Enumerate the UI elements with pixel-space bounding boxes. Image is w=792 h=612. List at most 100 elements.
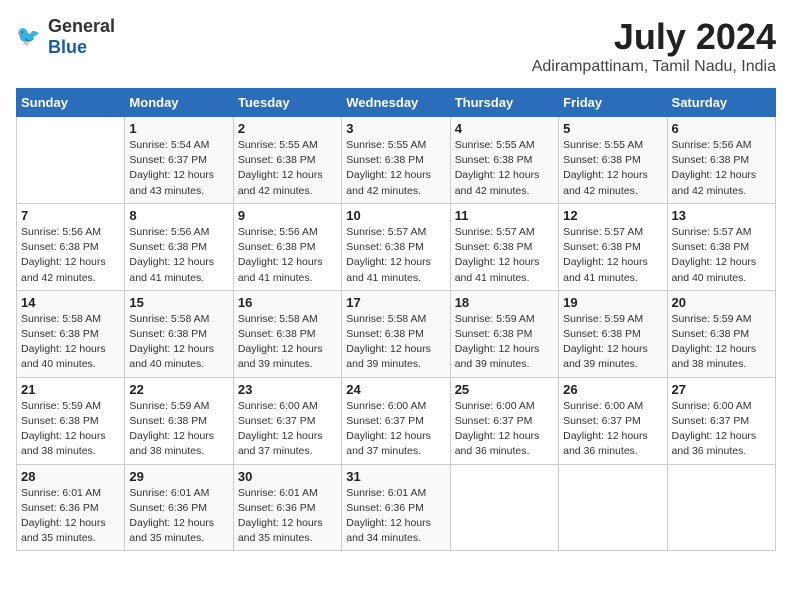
day-detail: Sunrise: 6:01 AM Sunset: 6:36 PM Dayligh… bbox=[346, 486, 445, 547]
day-number: 17 bbox=[346, 295, 445, 310]
day-detail: Sunrise: 5:58 AM Sunset: 6:38 PM Dayligh… bbox=[238, 312, 337, 373]
column-header-thursday: Thursday bbox=[450, 89, 558, 117]
day-number: 28 bbox=[21, 469, 120, 484]
day-number: 31 bbox=[346, 469, 445, 484]
column-header-sunday: Sunday bbox=[17, 89, 125, 117]
calendar-cell: 12Sunrise: 5:57 AM Sunset: 6:38 PM Dayli… bbox=[559, 203, 667, 290]
day-number: 30 bbox=[238, 469, 337, 484]
day-detail: Sunrise: 5:59 AM Sunset: 6:38 PM Dayligh… bbox=[563, 312, 662, 373]
day-detail: Sunrise: 6:01 AM Sunset: 6:36 PM Dayligh… bbox=[238, 486, 337, 547]
logo-blue: Blue bbox=[48, 37, 87, 57]
calendar-cell: 24Sunrise: 6:00 AM Sunset: 6:37 PM Dayli… bbox=[342, 377, 450, 464]
calendar-cell: 19 Sunrise: 5:59 AM Sunset: 6:38 PM Dayli… bbox=[559, 290, 667, 377]
calendar-cell: 18 Sunrise: 5:59 AM Sunset: 6:38 PM Dayli… bbox=[450, 290, 558, 377]
day-number: 25 bbox=[455, 382, 554, 397]
day-number: 12 bbox=[563, 208, 662, 223]
calendar-cell: 13 Sunrise: 5:57 AM Sunset: 6:38 PM Dayli… bbox=[667, 203, 775, 290]
day-number: 15 bbox=[129, 295, 228, 310]
day-detail: Sunrise: 5:55 AM Sunset: 6:38 PM Dayligh… bbox=[346, 138, 445, 199]
day-number: 27 bbox=[672, 382, 771, 397]
day-number: 5 bbox=[563, 121, 662, 136]
calendar-cell: 17 Sunrise: 5:58 AM Sunset: 6:38 PM Dayli… bbox=[342, 290, 450, 377]
column-header-friday: Friday bbox=[559, 89, 667, 117]
day-detail: Sunrise: 5:57 AM Sunset: 6:38 PM Dayligh… bbox=[346, 225, 445, 286]
calendar-cell: 27 Sunrise: 6:00 AM Sunset: 6:37 PM Dayli… bbox=[667, 377, 775, 464]
calendar-cell: 22 Sunrise: 5:59 AM Sunset: 6:38 PM Dayli… bbox=[125, 377, 233, 464]
calendar-cell: 31 Sunrise: 6:01 AM Sunset: 6:36 PM Dayli… bbox=[342, 464, 450, 551]
day-number: 24 bbox=[346, 382, 445, 397]
day-detail: Sunrise: 5:58 AM Sunset: 6:38 PM Dayligh… bbox=[21, 312, 120, 373]
day-detail: Sunrise: 5:56 AM Sunset: 6:38 PM Dayligh… bbox=[238, 225, 337, 286]
calendar-week-row: 1 Sunrise: 5:54 AM Sunset: 6:37 PM Daylig… bbox=[17, 117, 776, 204]
day-detail: Sunrise: 5:54 AM Sunset: 6:37 PM Dayligh… bbox=[129, 138, 228, 199]
calendar-cell: 14Sunrise: 5:58 AM Sunset: 6:38 PM Dayli… bbox=[17, 290, 125, 377]
calendar-cell: 16 Sunrise: 5:58 AM Sunset: 6:38 PM Dayli… bbox=[233, 290, 341, 377]
day-detail: Sunrise: 5:59 AM Sunset: 6:38 PM Dayligh… bbox=[21, 399, 120, 460]
calendar-cell: 5 Sunrise: 5:55 AM Sunset: 6:38 PM Daylig… bbox=[559, 117, 667, 204]
column-header-wednesday: Wednesday bbox=[342, 89, 450, 117]
day-detail: Sunrise: 5:55 AM Sunset: 6:38 PM Dayligh… bbox=[238, 138, 337, 199]
calendar-cell: 20 Sunrise: 5:59 AM Sunset: 6:38 PM Dayli… bbox=[667, 290, 775, 377]
column-header-saturday: Saturday bbox=[667, 89, 775, 117]
day-number: 18 bbox=[455, 295, 554, 310]
day-detail: Sunrise: 6:00 AM Sunset: 6:37 PM Dayligh… bbox=[563, 399, 662, 460]
calendar-week-row: 7 Sunrise: 5:56 AM Sunset: 6:38 PM Daylig… bbox=[17, 203, 776, 290]
calendar-cell: 25 Sunrise: 6:00 AM Sunset: 6:37 PM Dayli… bbox=[450, 377, 558, 464]
day-number: 6 bbox=[672, 121, 771, 136]
logo-bird-icon: 🐦 bbox=[16, 23, 44, 51]
column-header-tuesday: Tuesday bbox=[233, 89, 341, 117]
day-number: 26 bbox=[563, 382, 662, 397]
day-number: 20 bbox=[672, 295, 771, 310]
calendar-cell: 21Sunrise: 5:59 AM Sunset: 6:38 PM Dayli… bbox=[17, 377, 125, 464]
calendar-week-row: 14Sunrise: 5:58 AM Sunset: 6:38 PM Dayli… bbox=[17, 290, 776, 377]
calendar-cell: 11Sunrise: 5:57 AM Sunset: 6:38 PM Dayli… bbox=[450, 203, 558, 290]
day-number: 16 bbox=[238, 295, 337, 310]
day-number: 4 bbox=[455, 121, 554, 136]
calendar-cell bbox=[450, 464, 558, 551]
day-detail: Sunrise: 6:01 AM Sunset: 6:36 PM Dayligh… bbox=[21, 486, 120, 547]
day-detail: Sunrise: 5:57 AM Sunset: 6:38 PM Dayligh… bbox=[672, 225, 771, 286]
day-number: 1 bbox=[129, 121, 228, 136]
day-detail: Sunrise: 5:55 AM Sunset: 6:38 PM Dayligh… bbox=[455, 138, 554, 199]
day-detail: Sunrise: 5:59 AM Sunset: 6:38 PM Dayligh… bbox=[455, 312, 554, 373]
day-number: 9 bbox=[238, 208, 337, 223]
day-number: 13 bbox=[672, 208, 771, 223]
calendar-cell: 2 Sunrise: 5:55 AM Sunset: 6:38 PM Daylig… bbox=[233, 117, 341, 204]
day-number: 2 bbox=[238, 121, 337, 136]
title-block: July 2024 Adirampattinam, Tamil Nadu, In… bbox=[532, 16, 776, 76]
calendar-cell bbox=[559, 464, 667, 551]
logo: 🐦 General Blue bbox=[16, 16, 115, 58]
day-number: 19 bbox=[563, 295, 662, 310]
logo-general: General bbox=[48, 16, 115, 36]
calendar-cell: 26 Sunrise: 6:00 AM Sunset: 6:37 PM Dayli… bbox=[559, 377, 667, 464]
calendar-week-row: 28 Sunrise: 6:01 AM Sunset: 6:36 PM Dayli… bbox=[17, 464, 776, 551]
calendar-cell bbox=[667, 464, 775, 551]
svg-text:🐦: 🐦 bbox=[16, 26, 40, 48]
calendar-cell: 29 Sunrise: 6:01 AM Sunset: 6:36 PM Dayli… bbox=[125, 464, 233, 551]
day-number: 23 bbox=[238, 382, 337, 397]
calendar-cell: 3Sunrise: 5:55 AM Sunset: 6:38 PM Daylig… bbox=[342, 117, 450, 204]
calendar-cell: 30 Sunrise: 6:01 AM Sunset: 6:36 PM Dayli… bbox=[233, 464, 341, 551]
day-number: 11 bbox=[455, 208, 554, 223]
calendar-cell: 15Sunrise: 5:58 AM Sunset: 6:38 PM Dayli… bbox=[125, 290, 233, 377]
day-detail: Sunrise: 5:58 AM Sunset: 6:38 PM Dayligh… bbox=[346, 312, 445, 373]
day-number: 7 bbox=[21, 208, 120, 223]
day-detail: Sunrise: 6:00 AM Sunset: 6:37 PM Dayligh… bbox=[672, 399, 771, 460]
calendar-cell: 10 Sunrise: 5:57 AM Sunset: 6:38 PM Dayli… bbox=[342, 203, 450, 290]
day-detail: Sunrise: 5:56 AM Sunset: 6:38 PM Dayligh… bbox=[672, 138, 771, 199]
day-number: 29 bbox=[129, 469, 228, 484]
day-detail: Sunrise: 5:59 AM Sunset: 6:38 PM Dayligh… bbox=[129, 399, 228, 460]
day-number: 10 bbox=[346, 208, 445, 223]
day-detail: Sunrise: 6:01 AM Sunset: 6:36 PM Dayligh… bbox=[129, 486, 228, 547]
calendar-cell: 1 Sunrise: 5:54 AM Sunset: 6:37 PM Daylig… bbox=[125, 117, 233, 204]
day-detail: Sunrise: 5:59 AM Sunset: 6:38 PM Dayligh… bbox=[672, 312, 771, 373]
day-detail: Sunrise: 6:00 AM Sunset: 6:37 PM Dayligh… bbox=[455, 399, 554, 460]
calendar-cell bbox=[17, 117, 125, 204]
calendar-cell: 28 Sunrise: 6:01 AM Sunset: 6:36 PM Dayli… bbox=[17, 464, 125, 551]
day-number: 22 bbox=[129, 382, 228, 397]
day-detail: Sunrise: 5:55 AM Sunset: 6:38 PM Dayligh… bbox=[563, 138, 662, 199]
calendar-cell: 9 Sunrise: 5:56 AM Sunset: 6:38 PM Daylig… bbox=[233, 203, 341, 290]
calendar-cell: 4 Sunrise: 5:55 AM Sunset: 6:38 PM Daylig… bbox=[450, 117, 558, 204]
page-header: 🐦 General Blue July 2024 Adirampattinam,… bbox=[16, 16, 776, 76]
calendar-cell: 23Sunrise: 6:00 AM Sunset: 6:37 PM Dayli… bbox=[233, 377, 341, 464]
